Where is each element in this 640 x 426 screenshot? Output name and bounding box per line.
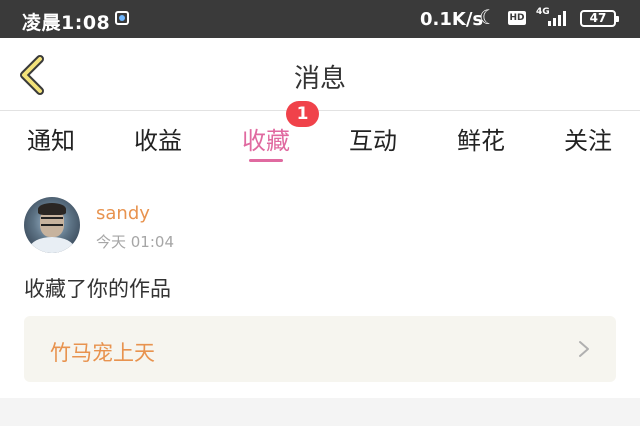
page-title: 消息 xyxy=(293,64,346,94)
signal-icon xyxy=(548,10,570,26)
moon-icon: ☾ xyxy=(479,5,497,29)
tab-bar: 通知 收益 收藏 互动 鲜花 关注 xyxy=(0,111,640,167)
unread-badge: 1 xyxy=(286,101,319,127)
status-time: 凌晨1:08 xyxy=(22,12,111,34)
hd-icon: HD xyxy=(508,11,526,25)
app-notification-icon xyxy=(115,11,129,25)
chevron-right-icon xyxy=(579,341,589,357)
message-time: 今天 01:04 xyxy=(96,233,174,251)
status-bar: 凌晨1:08 0.1K/s ☾ HD 4G 47 xyxy=(0,0,640,38)
nav-bar: 消息 xyxy=(0,38,640,111)
active-tab-indicator xyxy=(249,159,283,162)
battery-icon: 47 xyxy=(580,10,619,27)
tab-interactions[interactable]: 互动 xyxy=(328,121,418,156)
message-text: 收藏了你的作品 xyxy=(24,277,171,301)
tab-following[interactable]: 关注 xyxy=(543,121,633,156)
section-divider xyxy=(0,398,640,426)
tab-earnings[interactable]: 收益 xyxy=(113,121,203,156)
tab-flowers[interactable]: 鲜花 xyxy=(436,121,526,156)
message-username[interactable]: sandy xyxy=(96,203,150,224)
network-speed: 0.1K/s xyxy=(420,9,484,30)
tab-notifications[interactable]: 通知 xyxy=(6,121,96,156)
work-card[interactable]: 竹马宠上天 xyxy=(24,316,616,382)
avatar[interactable] xyxy=(24,197,80,253)
work-title: 竹马宠上天 xyxy=(50,341,155,365)
